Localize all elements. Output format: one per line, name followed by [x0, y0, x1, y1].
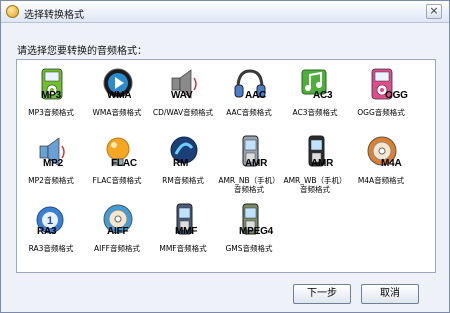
format-label: M4A音频格式 [357, 176, 405, 185]
format-option-12[interactable]: M4A M4A音频格式 [349, 132, 413, 190]
format-option-16[interactable]: MPEG4 GMS音频格式 [217, 200, 281, 258]
format-label: CD/WAV音频格式 [152, 108, 214, 117]
close-button[interactable]: × [426, 4, 442, 19]
format-tag: M4A [381, 158, 402, 169]
format-option-10[interactable]: AMR AMR_NB（手机）音频格式 [217, 132, 281, 194]
format-option-14[interactable]: AIFF AIFF音频格式 [85, 200, 149, 258]
format-option-4[interactable]: AAC AAC音频格式 [217, 64, 281, 122]
format-tag: FLAC [111, 158, 137, 169]
cancel-button[interactable]: 取消 [361, 284, 419, 304]
format-tag: AC3 [313, 90, 333, 101]
format-label: MP2音频格式 [28, 176, 74, 185]
format-tag: WAV [171, 90, 193, 101]
format-tag: AAC [245, 90, 267, 101]
format-label: AC3音频格式 [292, 108, 338, 117]
format-label: AMR_NB（手机）音频格式 [218, 176, 280, 194]
format-tag: MPEG4 [239, 226, 274, 237]
format-option-1[interactable]: MP3 MP3音频格式 [19, 64, 83, 122]
format-label: AAC音频格式 [226, 108, 272, 117]
format-label: AMR_WB（手机）音频格式 [283, 176, 347, 194]
format-tag: MP3 [41, 90, 61, 101]
format-label: RM音频格式 [162, 176, 204, 185]
format-label: MP3音频格式 [28, 108, 74, 117]
format-option-8[interactable]: FLAC FLAC音频格式 [85, 132, 149, 190]
format-tag: AMR [311, 158, 334, 169]
format-label: GMS音频格式 [225, 244, 273, 253]
format-option-9[interactable]: RM RM音频格式 [151, 132, 215, 190]
format-tag: MP2 [43, 158, 63, 169]
format-prompt: 请选择您要转换的音频格式： [17, 46, 147, 57]
format-option-11[interactable]: AMR AMR_WB（手机）音频格式 [283, 132, 347, 194]
convert-format-dialog: 选择转换格式 × 请选择您要转换的音频格式： MP3 MP3音频格式 WMA WMA音… [0, 0, 450, 313]
window-title: 选择转换格式 [24, 10, 84, 21]
format-option-2[interactable]: WMA WMA音频格式 [85, 64, 149, 122]
format-tag: AIFF [107, 226, 129, 237]
format-label: FLAC音频格式 [92, 176, 142, 185]
format-option-6[interactable]: OGG OGG音频格式 [349, 64, 413, 122]
format-label: RA3音频格式 [28, 244, 74, 253]
app-icon [6, 5, 19, 18]
format-tag: RA3 [37, 226, 57, 237]
format-label: MMF音频格式 [159, 244, 207, 253]
format-tag: WMA [107, 90, 132, 101]
format-option-7[interactable]: MP2 MP2音频格式 [19, 132, 83, 190]
title-bar: 选择转换格式 × [1, 1, 449, 23]
format-option-3[interactable]: WAV CD/WAV音频格式 [151, 64, 215, 122]
format-option-5[interactable]: AC3 AC3音频格式 [283, 64, 347, 122]
format-label: OGG音频格式 [357, 108, 405, 117]
format-tag: OGG [385, 90, 408, 101]
format-option-13[interactable]: 1 RA3 RA3音频格式 [19, 200, 83, 258]
format-list-panel: MP3 MP3音频格式 WMA WMA音频格式 WAV CD/WAV音频格式 AAC AAC音… [16, 59, 436, 273]
format-label: WMA音频格式 [92, 108, 142, 117]
next-button[interactable]: 下一步 [293, 284, 351, 304]
format-label: AIFF音频格式 [94, 244, 140, 253]
format-option-15[interactable]: MMF MMF音频格式 [151, 200, 215, 258]
format-tag: AMR [245, 158, 268, 169]
format-tag: MMF [175, 226, 198, 237]
format-tag: RM [173, 158, 189, 169]
